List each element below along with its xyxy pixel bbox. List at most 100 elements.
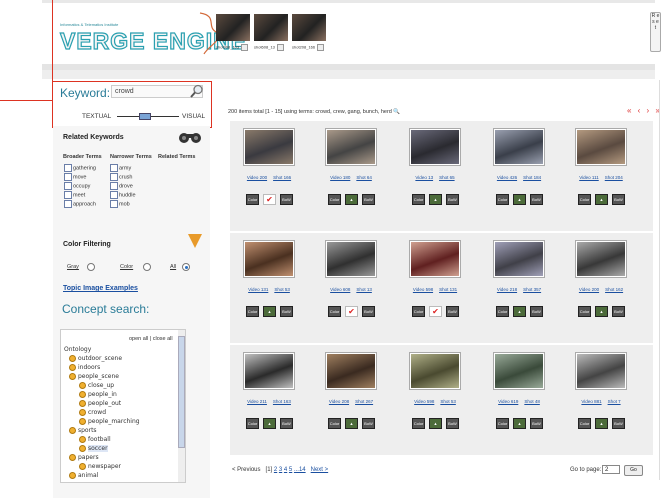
select-shot-button[interactable]: ▲ — [263, 418, 276, 429]
remove-shot-checkbox[interactable] — [241, 44, 249, 51]
color-search-button[interactable]: Color — [578, 194, 591, 205]
video-link[interactable]: Video 131 — [248, 287, 268, 292]
shot-thumbnail[interactable] — [493, 352, 545, 390]
tree-node[interactable]: sports — [69, 427, 97, 434]
topic-image-examples-link[interactable]: Topic Image Examples — [63, 285, 138, 292]
tree-node[interactable]: people_marching — [79, 418, 140, 425]
bow-search-button[interactable]: BoW — [362, 418, 375, 429]
shot-link[interactable]: Shot 131 — [439, 287, 457, 292]
shot-link[interactable]: Shot 53 — [274, 287, 290, 292]
narrower-term-item[interactable]: huddle — [110, 191, 136, 199]
video-link[interactable]: Video 598 — [414, 399, 434, 404]
video-link[interactable]: Video 608 — [330, 287, 350, 292]
shot-thumbnail[interactable] — [243, 352, 295, 390]
select-shot-button[interactable]: ▲ — [595, 306, 608, 317]
term-checkbox[interactable] — [64, 164, 72, 172]
page-link[interactable]: 2 — [274, 467, 277, 473]
bow-search-button[interactable]: BoW — [446, 418, 459, 429]
term-checkbox[interactable] — [64, 191, 72, 199]
page-link[interactable]: ...14 — [294, 467, 306, 473]
color-search-button[interactable]: Color — [496, 306, 509, 317]
shot-link[interactable]: Shot 64 — [356, 175, 372, 180]
select-shot-button[interactable]: ▲ — [513, 306, 526, 317]
goto-page-input[interactable]: 2 — [602, 465, 620, 474]
shot-link[interactable]: Shot 48 — [524, 399, 540, 404]
tree-node[interactable]: football — [79, 436, 111, 443]
shot-thumbnail[interactable] — [493, 128, 545, 166]
select-shot-button[interactable]: ▲ — [513, 418, 526, 429]
select-shot-button[interactable]: ▲ — [429, 418, 442, 429]
video-link[interactable]: Video 218 — [497, 287, 517, 292]
tree-node[interactable]: people_out — [79, 400, 121, 407]
bow-search-button[interactable]: BoW — [362, 194, 375, 205]
go-button[interactable]: Go — [624, 465, 643, 476]
term-checkbox[interactable] — [110, 182, 118, 190]
term-checkbox[interactable] — [64, 200, 72, 208]
select-shot-button[interactable]: ▲ — [513, 194, 526, 205]
selected-check-icon[interactable]: ✔ — [429, 306, 442, 317]
shot-thumbnail[interactable] — [493, 240, 545, 278]
page-link[interactable]: 4 — [284, 467, 287, 473]
narrower-term-item[interactable]: army — [110, 164, 131, 172]
shot-link[interactable]: Shot 166 — [273, 175, 291, 180]
tree-node[interactable]: crowd — [79, 409, 106, 416]
video-link[interactable]: Video 208 — [329, 399, 349, 404]
open-close-all-link[interactable]: open all | close all — [129, 336, 173, 342]
bow-search-button[interactable]: BoW — [362, 306, 375, 317]
remove-shot-checkbox[interactable] — [276, 44, 284, 51]
tree-node[interactable]: outdoor_scene — [69, 355, 122, 362]
color-filter-all-radio[interactable] — [182, 263, 190, 271]
select-shot-button[interactable]: ▲ — [345, 194, 358, 205]
shot-link[interactable]: Shot 163 — [273, 399, 291, 404]
broader-term-item[interactable]: gathering — [64, 164, 96, 172]
term-checkbox[interactable] — [110, 200, 118, 208]
selected-shot-thumbnail[interactable] — [216, 14, 250, 41]
shot-thumbnail[interactable] — [409, 128, 461, 166]
search-icon[interactable] — [190, 84, 204, 101]
remove-shot-checkbox[interactable] — [317, 44, 325, 51]
term-checkbox[interactable] — [64, 182, 72, 190]
bow-search-button[interactable]: BoW — [446, 194, 459, 205]
narrower-term-item[interactable]: drove — [110, 182, 133, 190]
select-shot-button[interactable]: ▲ — [595, 194, 608, 205]
shot-thumbnail[interactable] — [243, 128, 295, 166]
bow-search-button[interactable]: BoW — [280, 194, 293, 205]
broader-term-item[interactable]: approach — [64, 200, 96, 208]
bow-search-button[interactable]: BoW — [612, 194, 625, 205]
video-link[interactable]: Video 180 — [330, 175, 350, 180]
previous-page-link[interactable]: < Previous — [232, 467, 261, 473]
color-search-button[interactable]: Color — [578, 306, 591, 317]
video-link[interactable]: Video 619 — [498, 399, 518, 404]
color-search-button[interactable]: Color — [246, 306, 259, 317]
bow-search-button[interactable]: BoW — [612, 306, 625, 317]
bow-search-button[interactable]: BoW — [280, 306, 293, 317]
shot-link[interactable]: Shot 162 — [605, 287, 623, 292]
shot-link[interactable]: Shot 53 — [440, 399, 456, 404]
pager-arrows[interactable]: « ‹ › » — [627, 106, 662, 115]
search-icon[interactable]: 🔍 — [393, 109, 400, 115]
shot-thumbnail[interactable] — [575, 240, 627, 278]
tree-node[interactable]: close_up — [79, 382, 114, 389]
shot-link[interactable]: Shot 184 — [523, 175, 541, 180]
shot-link[interactable]: Shot 13 — [356, 287, 372, 292]
color-search-button[interactable]: Color — [578, 418, 591, 429]
shot-thumbnail[interactable] — [409, 240, 461, 278]
select-shot-button[interactable]: ▲ — [595, 418, 608, 429]
color-search-button[interactable]: Color — [246, 418, 259, 429]
broader-term-item[interactable]: meet — [64, 191, 85, 199]
bow-search-button[interactable]: BoW — [530, 306, 543, 317]
bow-search-button[interactable]: BoW — [530, 194, 543, 205]
bow-search-button[interactable]: BoW — [280, 418, 293, 429]
video-link[interactable]: Video 13 — [415, 175, 433, 180]
color-search-button[interactable]: Color — [328, 418, 341, 429]
shot-thumbnail[interactable] — [409, 352, 461, 390]
color-filter-color-radio[interactable] — [143, 263, 151, 271]
textual-visual-slider-handle[interactable] — [139, 113, 151, 120]
broader-term-item[interactable]: move — [64, 173, 86, 181]
tree-scrollbar[interactable] — [178, 330, 185, 482]
video-link[interactable]: Video 598 — [413, 287, 433, 292]
page-link[interactable]: 5 — [289, 467, 292, 473]
bow-search-button[interactable]: BoW — [446, 306, 459, 317]
selected-check-icon[interactable]: ✔ — [263, 194, 276, 205]
shot-link[interactable]: Shot 357 — [523, 287, 541, 292]
